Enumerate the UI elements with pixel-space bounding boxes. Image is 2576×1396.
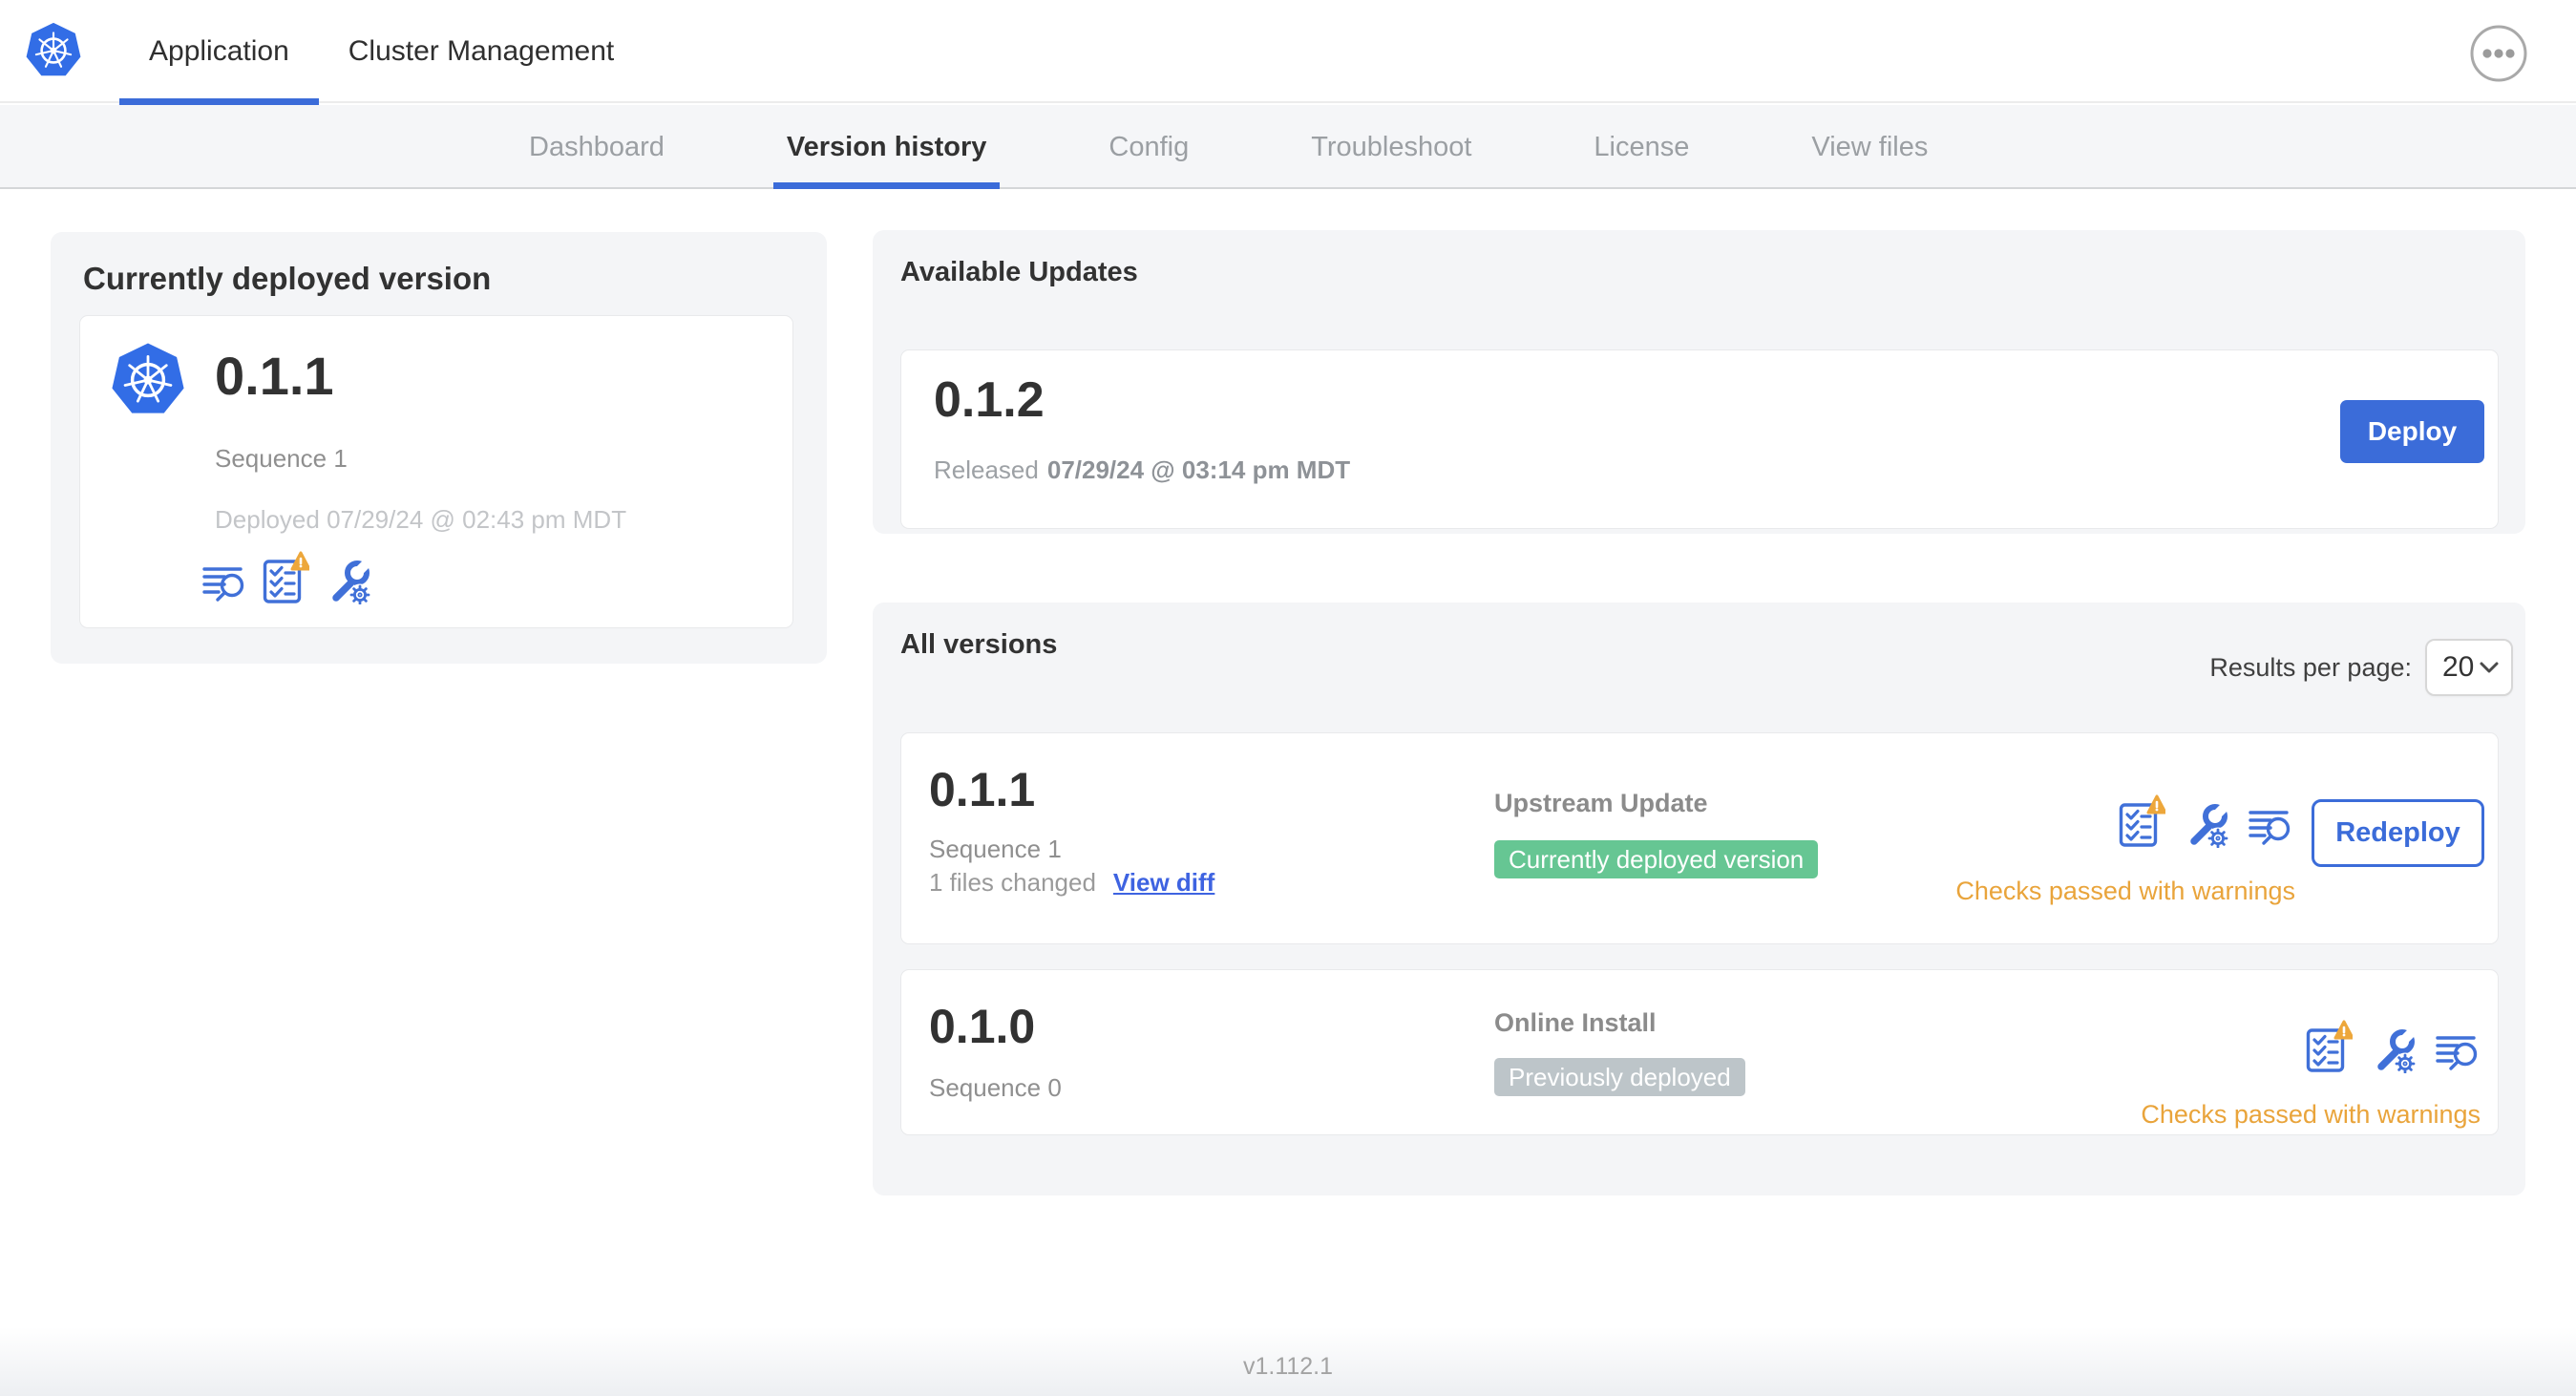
checks-status: Checks passed with warnings [1955,877,2295,905]
deployed-version-card: 0.1.1 Sequence 1 Deployed 07/29/24 @ 02:… [79,315,793,628]
currently-deployed-title: Currently deployed version [83,261,492,296]
logs-icon[interactable] [2435,1031,2479,1073]
footer: v1.112.1 [0,1327,2576,1396]
results-per-page-value: 20 [2442,651,2475,683]
tab-troubleshoot[interactable]: Troubleshoot [1298,105,1485,189]
version-source-label: Upstream Update [1494,789,1708,817]
app-subnav: Dashboard Version history Config Trouble… [0,105,2576,189]
row-version-number: 0.1.1 [929,763,1036,816]
tab-view-files-label: View files [1811,131,1929,162]
released-label: Released [934,455,1039,484]
tab-troubleshoot-label: Troubleshoot [1311,131,1472,162]
edit-config-icon[interactable] [2184,802,2229,848]
available-updates-card: Available Updates 0.1.2 Released 07/29/2… [873,230,2525,534]
files-changed-line: 1 files changed View diff [929,868,1214,898]
ellipsis-menu-button[interactable] [2469,24,2528,83]
deployed-version-number: 0.1.1 [215,346,334,406]
tab-version-history-label: Version history [786,131,987,162]
tab-cluster-management-label: Cluster Management [348,35,615,67]
logs-icon[interactable] [201,562,245,604]
preflight-checks-warning-icon[interactable] [262,551,309,604]
preflight-checks-warning-icon[interactable] [2305,1020,2353,1073]
admin-console: Application Cluster Management Dashboard… [0,0,2576,1396]
tab-dashboard[interactable]: Dashboard [516,105,678,189]
tab-cluster-management[interactable]: Cluster Management [319,0,644,103]
tab-license[interactable]: License [1580,105,1702,189]
preflight-checks-warning-icon[interactable] [2118,794,2165,848]
view-diff-link[interactable]: View diff [1113,868,1214,898]
redeploy-button[interactable]: Redeploy [2312,799,2484,867]
results-per-page-select[interactable]: 20 [2425,639,2513,696]
tab-config-label: Config [1109,131,1190,162]
row-version-number: 0.1.0 [929,1000,1036,1053]
status-badge: Currently deployed version [1494,840,1819,878]
tab-application-label: Application [149,35,289,67]
all-versions-title: All versions [900,629,1058,660]
ellipsis-icon [2470,25,2527,82]
kubernetes-logo-icon [109,341,187,419]
header-bar: Application Cluster Management [0,0,2576,105]
released-date: 07/29/24 @ 03:14 pm MDT [1046,455,1351,484]
version-row: 0.1.0 Sequence 0 Online Install Previous… [900,969,2499,1135]
checks-status: Checks passed with warnings [2141,1100,2481,1129]
top-tabs: Application Cluster Management [119,0,644,105]
logs-icon[interactable] [2248,806,2291,848]
version-row: 0.1.1 Sequence 1 1 files changed View di… [900,732,2499,944]
version-source-label: Online Install [1494,1008,1657,1037]
results-per-page: Results per page: 20 [2209,639,2513,696]
kubernetes-logo-icon [24,21,83,80]
results-per-page-label: Results per page: [2209,652,2412,682]
tab-config[interactable]: Config [1095,105,1202,189]
tab-dashboard-label: Dashboard [529,131,665,162]
edit-config-icon[interactable] [326,559,371,604]
currently-deployed-card: Currently deployed version 0.1.1 Sequenc… [51,232,827,664]
deployed-sequence-label: Sequence 1 [215,444,348,473]
tab-license-label: License [1594,131,1690,162]
version-actions [2305,1020,2479,1073]
released-line: Released 07/29/24 @ 03:14 pm MDT [934,455,1350,485]
available-updates-title: Available Updates [900,257,1138,287]
all-versions-card: All versions Results per page: 20 0.1.1 … [873,603,2525,1195]
row-sequence-label: Sequence 0 [929,1073,1062,1102]
chevron-down-icon [2480,662,2499,673]
version-actions [2118,794,2291,848]
tab-view-files[interactable]: View files [1798,105,1941,189]
edit-config-icon[interactable] [2371,1027,2417,1073]
tab-version-history[interactable]: Version history [772,105,1001,189]
row-sequence-label: Sequence 1 [929,835,1062,863]
status-badge: Previously deployed [1494,1058,1745,1096]
deployed-timestamp: Deployed 07/29/24 @ 02:43 pm MDT [215,505,627,534]
update-version-number: 0.1.2 [934,372,1045,428]
console-version: v1.112.1 [1242,1352,1334,1380]
tab-application[interactable]: Application [119,0,319,105]
files-changed-label: 1 files changed [929,868,1096,897]
deployed-version-actions [201,551,371,604]
deploy-button[interactable]: Deploy [2340,400,2484,463]
update-row: 0.1.2 Released 07/29/24 @ 03:14 pm MDT D… [900,349,2499,529]
